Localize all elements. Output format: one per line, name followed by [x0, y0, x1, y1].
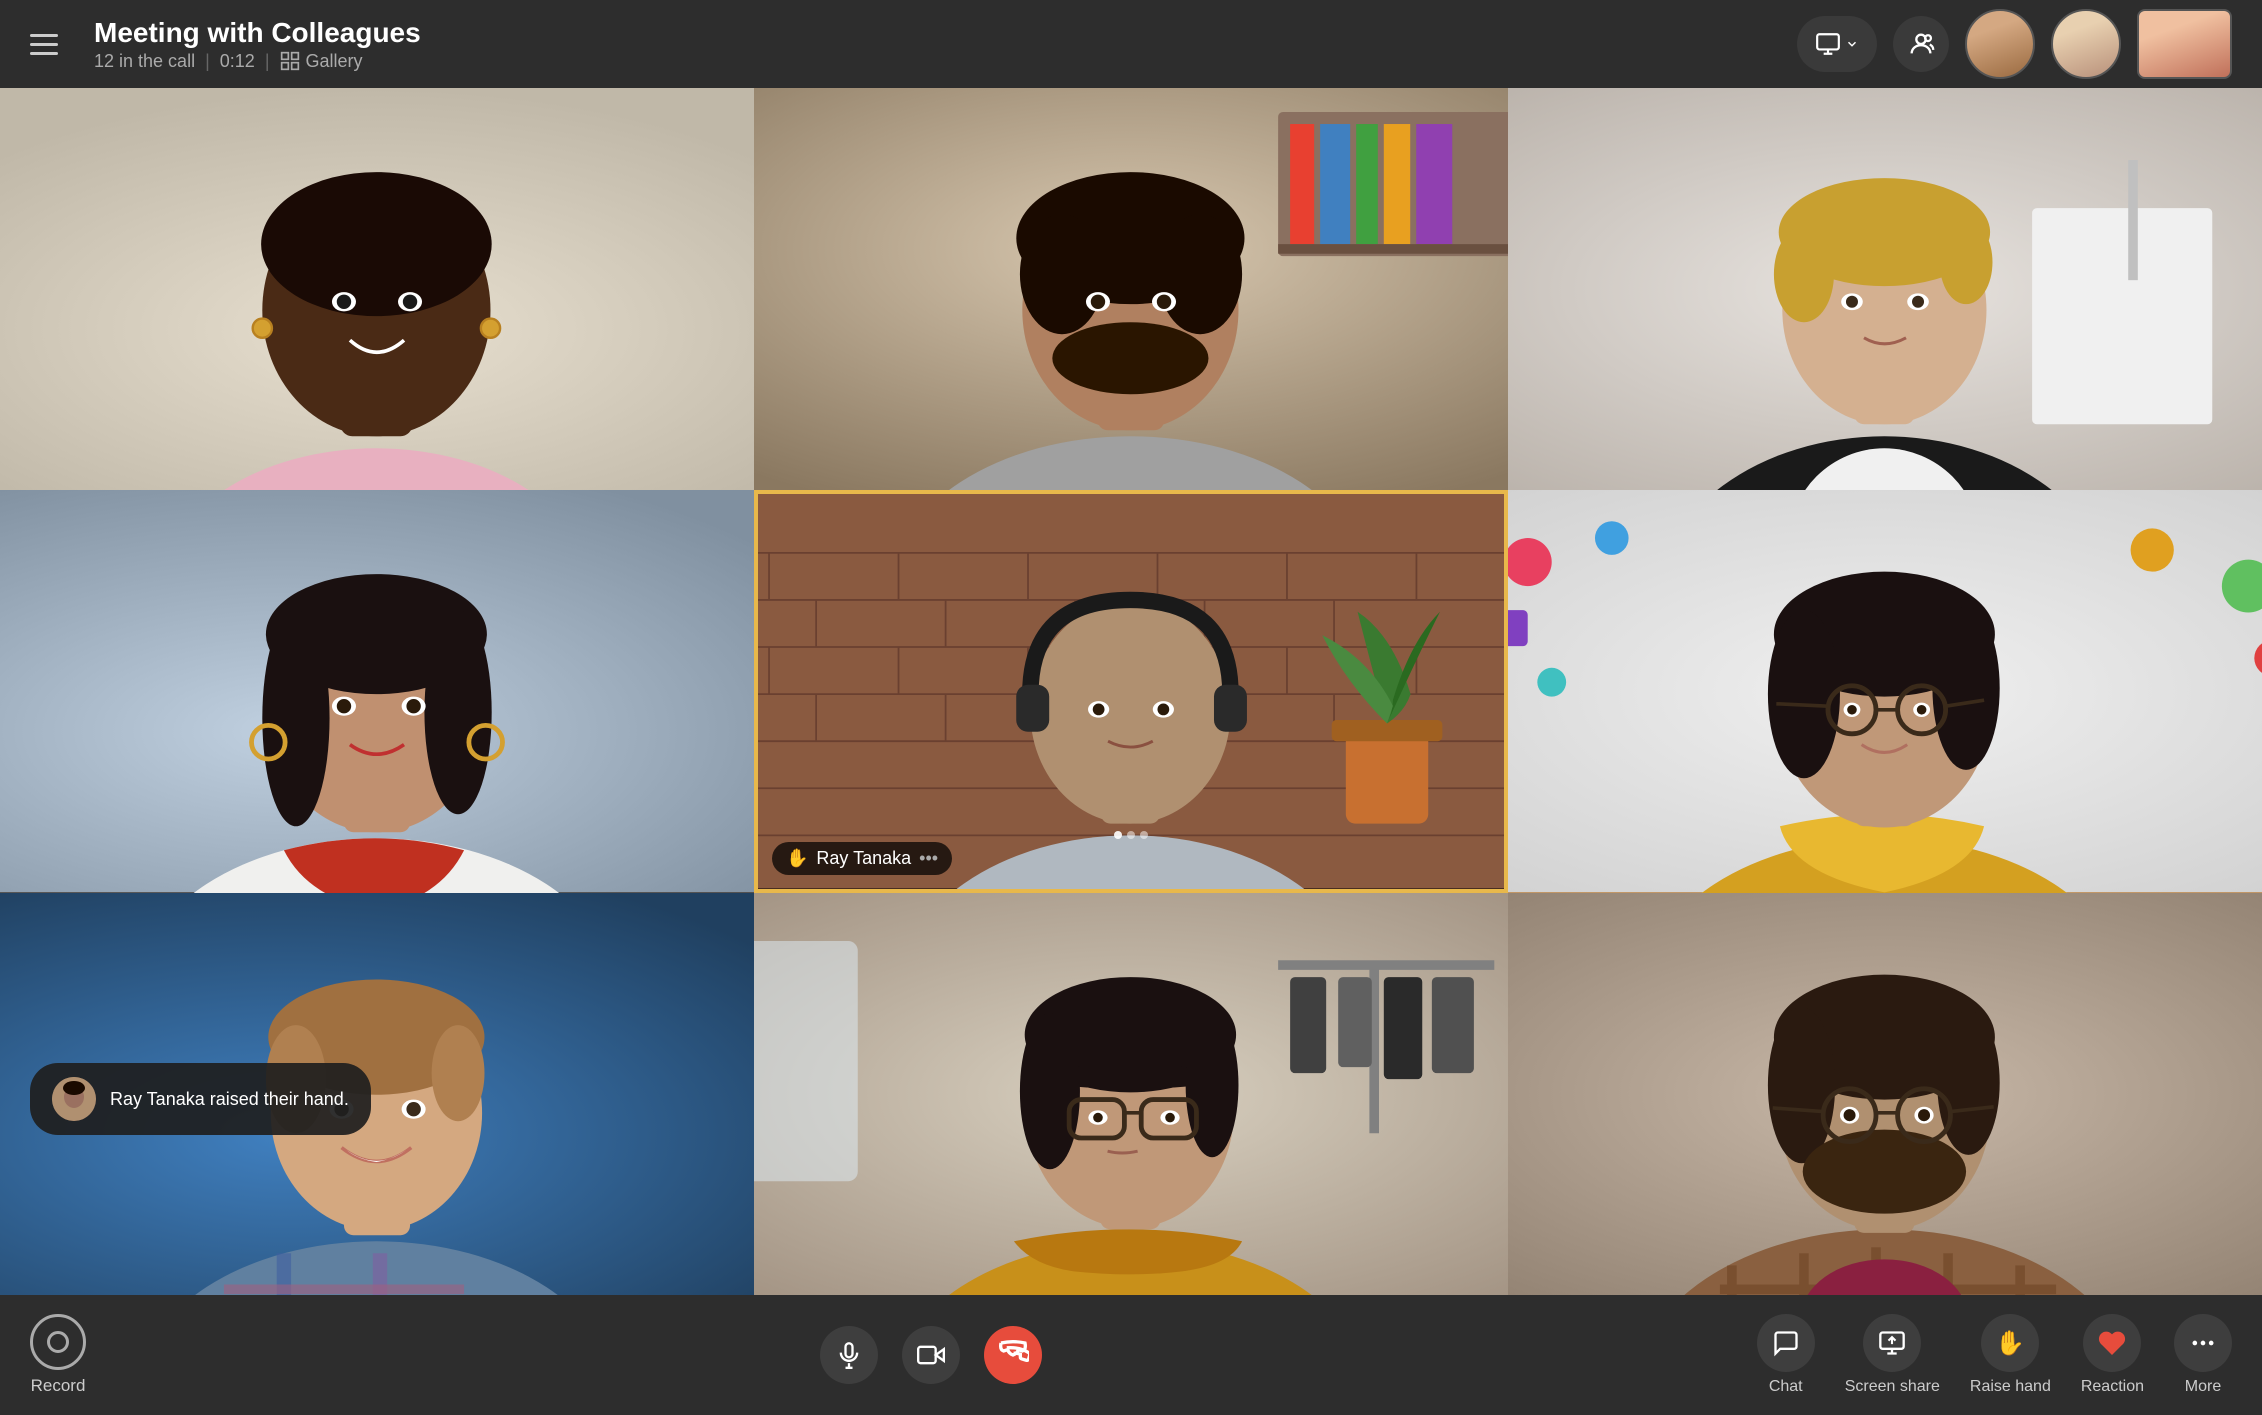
raise-hand-emoji: ✋	[786, 848, 808, 869]
reaction-icon-circle	[2083, 1314, 2141, 1372]
person-1-illustration	[0, 88, 754, 490]
video-cell-3	[1508, 88, 2262, 490]
toast-message: Ray Tanaka raised their hand.	[110, 1089, 349, 1110]
avatar-thumb-3[interactable]	[2137, 9, 2232, 79]
hangup-button[interactable]	[984, 1326, 1042, 1384]
mute-icon-circle	[820, 1326, 878, 1384]
camera-button[interactable]	[902, 1326, 960, 1384]
screen-share-topbar-button[interactable]	[1797, 16, 1877, 72]
camera-icon	[917, 1341, 945, 1369]
reaction-label: Reaction	[2081, 1378, 2144, 1396]
dot2	[1127, 831, 1135, 839]
chat-button[interactable]: Chat	[1757, 1314, 1815, 1396]
video-cell-5-active: ✋ Ray Tanaka •••	[754, 490, 1508, 892]
gallery-icon-wrap[interactable]: Gallery	[280, 51, 363, 72]
person-8-illustration	[754, 893, 1508, 1295]
separator1: |	[205, 51, 210, 72]
more-icon	[2189, 1329, 2217, 1357]
camera-icon-circle	[902, 1326, 960, 1384]
topbar-right	[1797, 9, 2232, 79]
dot3	[1140, 831, 1148, 839]
reaction-button[interactable]: Reaction	[2081, 1314, 2144, 1396]
view-mode-label: Gallery	[306, 51, 363, 72]
raise-hand-icon: ✋	[1995, 1329, 2025, 1358]
more-icon-circle	[2174, 1314, 2232, 1372]
monitor-icon	[1815, 31, 1841, 57]
hangup-icon-circle	[984, 1326, 1042, 1384]
microphone-icon	[835, 1341, 863, 1369]
avatar-thumb-2[interactable]	[2051, 9, 2121, 79]
people-button[interactable]	[1893, 16, 1949, 72]
person-5-illustration	[758, 494, 1504, 888]
more-dots: •••	[919, 848, 938, 869]
title-area: Meeting with Colleagues 12 in the call |…	[94, 17, 1797, 72]
avatar-thumb-1[interactable]	[1965, 9, 2035, 79]
bottom-left: Record	[30, 1314, 230, 1396]
meeting-meta: 12 in the call | 0:12 | Gallery	[94, 51, 1797, 72]
person-9-illustration	[1508, 893, 2262, 1295]
chat-icon	[1772, 1329, 1800, 1357]
screenshare-icon-circle	[1863, 1314, 1921, 1372]
more-label: More	[2185, 1378, 2221, 1396]
screenshare-icon	[1878, 1329, 1906, 1357]
video-cell-9	[1508, 893, 2262, 1295]
screenshare-label: Screen share	[1845, 1378, 1940, 1396]
record-label: Record	[31, 1376, 86, 1396]
chevron-down-icon	[1845, 37, 1859, 51]
people-icon	[1907, 30, 1935, 58]
person-2-illustration	[754, 88, 1508, 490]
bottombar: Record	[0, 1295, 2262, 1415]
topbar: Meeting with Colleagues 12 in the call |…	[0, 0, 2262, 88]
toast-avatar-image	[52, 1077, 96, 1121]
person-6-illustration	[1508, 490, 2262, 892]
chat-icon-circle	[1757, 1314, 1815, 1372]
video-cell-8	[754, 893, 1508, 1295]
separator2: |	[265, 51, 270, 72]
gallery-icon	[280, 51, 300, 71]
dots-indicator	[1114, 831, 1148, 839]
record-button[interactable]: Record	[30, 1314, 86, 1396]
bottom-right: Chat Screen share ✋ Raise hand	[1632, 1314, 2232, 1396]
dot1	[1114, 831, 1122, 839]
screenshare-button[interactable]: Screen share	[1845, 1314, 1940, 1396]
speaker-name: Ray Tanaka	[816, 848, 911, 869]
bottom-center	[820, 1326, 1042, 1384]
video-cell-4	[0, 490, 754, 892]
raise-hand-icon-circle: ✋	[1981, 1314, 2039, 1372]
participants-count: 12 in the call	[94, 51, 195, 72]
more-button[interactable]: More	[2174, 1314, 2232, 1396]
raise-hand-button[interactable]: ✋ Raise hand	[1970, 1314, 2051, 1396]
record-inner-circle	[47, 1331, 69, 1353]
menu-button[interactable]	[30, 24, 70, 64]
person-3-illustration	[1508, 88, 2262, 490]
video-grid: ✋ Ray Tanaka •••	[0, 88, 2262, 1295]
raise-hand-badge: ✋ Ray Tanaka •••	[772, 842, 952, 875]
chat-label: Chat	[1769, 1378, 1803, 1396]
person-4-illustration	[0, 490, 754, 892]
toast-avatar	[52, 1077, 96, 1121]
toast-notification: Ray Tanaka raised their hand.	[30, 1063, 371, 1135]
video-cell-7: Ray Tanaka raised their hand.	[0, 893, 754, 1295]
record-icon	[30, 1314, 86, 1370]
mute-button[interactable]	[820, 1326, 878, 1384]
duration: 0:12	[220, 51, 255, 72]
video-cell-2	[754, 88, 1508, 490]
meeting-title: Meeting with Colleagues	[94, 17, 1797, 49]
heart-icon	[2098, 1329, 2126, 1357]
video-cell-6	[1508, 490, 2262, 892]
raise-hand-label: Raise hand	[1970, 1378, 2051, 1396]
phone-hangup-icon	[997, 1339, 1029, 1371]
video-cell-1	[0, 88, 754, 490]
